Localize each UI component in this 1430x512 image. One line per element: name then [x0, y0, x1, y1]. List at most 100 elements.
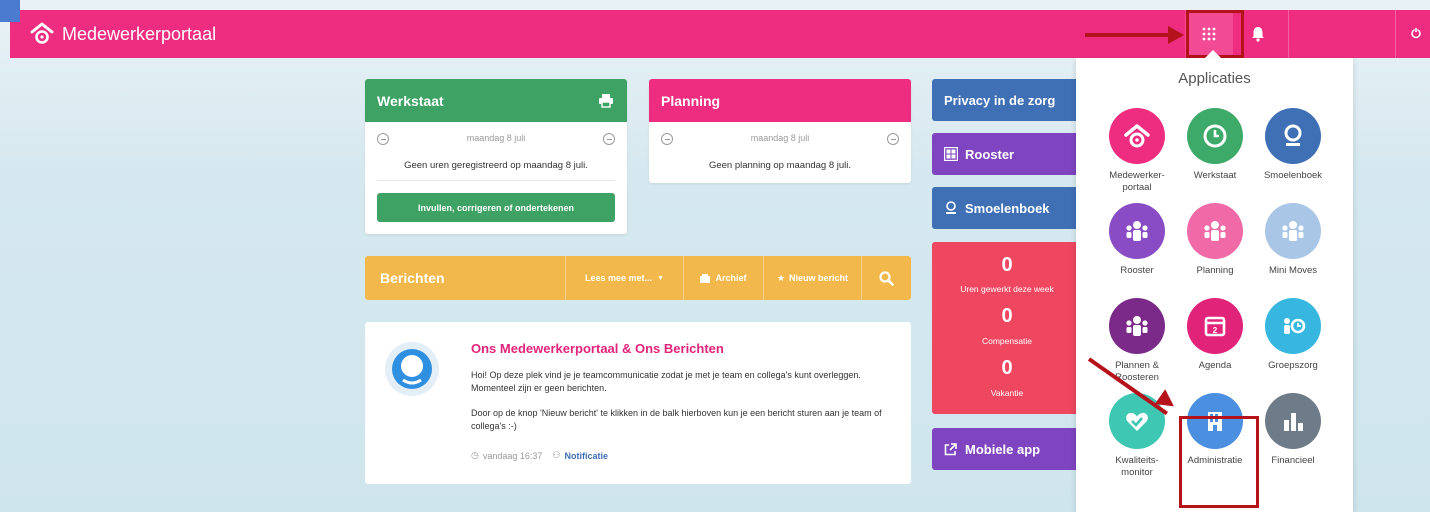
planning-message: Geen planning op maandag 8 juli.: [708, 160, 852, 171]
planning-header: Planning: [649, 79, 911, 122]
nieuw-bericht-button[interactable]: ★ Nieuw bericht: [763, 256, 861, 300]
archive-icon: [700, 273, 711, 283]
person-icon: [1284, 124, 1302, 146]
lees-mee-label: Lees mee met...: [585, 273, 653, 283]
post-paragraph-2: Door op de knop 'Nieuw bericht' te klikk…: [471, 408, 882, 431]
team-icon: [1204, 221, 1226, 241]
archief-button[interactable]: Archief: [683, 256, 763, 300]
werkstaat-date-nav: maandag 8 juli: [377, 133, 615, 147]
stats-tile: 0 Uren gewerkt deze week 0 Compensatie 0…: [932, 242, 1082, 414]
post-paragraph-1: Hoi! Op deze plek vind je je teamcommuni…: [471, 370, 861, 393]
app-circle: [1265, 203, 1321, 259]
werkstaat-header: Werkstaat: [365, 79, 627, 122]
post-tag[interactable]: Notificatie: [565, 451, 609, 461]
bar-chart-icon: [1284, 413, 1303, 431]
chevron-down-icon: ▼: [657, 274, 664, 282]
power-icon[interactable]: [1410, 27, 1422, 39]
uren-label: Uren gewerkt deze week: [960, 284, 1054, 294]
people-icon: ⚇: [552, 450, 561, 460]
star-icon: ★: [776, 272, 786, 283]
app-label: Mini Moves: [1268, 265, 1318, 276]
apps-title: Applicaties: [1178, 70, 1251, 87]
app-planning[interactable]: Planning: [1175, 203, 1255, 277]
home-icon: [1124, 124, 1150, 148]
annotation-arrow: [1085, 33, 1173, 37]
app-label: Planning: [1196, 265, 1234, 276]
app-circle: [1187, 203, 1243, 259]
app-werkstaat[interactable]: Werkstaat: [1175, 108, 1255, 182]
werkstaat-title: Werkstaat: [377, 92, 444, 109]
clock-icon: ◷: [471, 450, 479, 460]
heart-icon: [1126, 412, 1148, 431]
brand-title[interactable]: Medewerkerportaal: [62, 24, 216, 45]
divider: [377, 180, 615, 181]
planning-date-nav: maandag 8 juli: [661, 133, 899, 147]
planning-date: maandag 8 juli: [750, 133, 810, 143]
rooster-label: Rooster: [965, 146, 1015, 162]
app-label: Kwaliteits- monitor: [1115, 455, 1159, 478]
werkstaat-message: Geen uren geregistreerd op maandag 8 jul…: [404, 160, 588, 171]
team-icon: [1126, 221, 1148, 241]
app-circle: [1265, 108, 1321, 164]
app-circle: [1109, 298, 1165, 354]
annotation-arrowhead: [1168, 26, 1184, 44]
group-icon: [1284, 318, 1306, 334]
search-button[interactable]: [861, 256, 911, 300]
app-label: Smoelenboek: [1263, 170, 1323, 181]
smoelenboek-tile[interactable]: Smoelenboek: [932, 187, 1082, 229]
app-label: Groepszorg: [1268, 360, 1318, 371]
topbar-divider: [1395, 10, 1396, 58]
avatar-icon: [392, 349, 432, 389]
print-icon[interactable]: [598, 93, 614, 108]
smoelenboek-label: Smoelenboek: [965, 200, 1050, 216]
werkstaat-card: Werkstaat maandag 8 juli Geen uren gereg…: [365, 79, 627, 234]
clock-icon: [1203, 124, 1227, 148]
archief-label: Archief: [715, 273, 747, 283]
topbar-divider: [1288, 10, 1289, 58]
app-smoelenboek[interactable]: Smoelenboek: [1253, 108, 1333, 182]
app-rooster[interactable]: Rooster: [1097, 203, 1177, 277]
app-circle: [1265, 298, 1321, 354]
post-card: Ons Medewerkerportaal & Ons Berichten Ho…: [365, 322, 911, 484]
app-circle: [1265, 393, 1321, 449]
app-label: Financieel: [1271, 455, 1315, 466]
rooster-tile[interactable]: Rooster: [932, 133, 1082, 175]
apps-panel-caret: [1205, 50, 1221, 58]
app-financieel[interactable]: Financieel: [1253, 393, 1333, 467]
berichten-title: Berichten: [380, 270, 445, 286]
calendar-icon: 2: [1204, 316, 1226, 337]
administratie-highlight: [1179, 416, 1259, 508]
home-logo-icon[interactable]: [30, 21, 54, 45]
person-icon: [946, 201, 956, 214]
privacy-tile[interactable]: Privacy in de zorg: [932, 79, 1082, 121]
app-mini-moves[interactable]: Mini Moves: [1253, 203, 1333, 277]
vakantie-value: 0: [1001, 357, 1013, 379]
app-groepszorg[interactable]: Groepszorg: [1253, 298, 1333, 372]
invullen-button[interactable]: Invullen, corrigeren of ondertekenen: [377, 193, 615, 222]
post-time: vandaag 16:37: [482, 450, 543, 461]
app-circle: [1109, 108, 1165, 164]
lees-mee-dropdown[interactable]: Lees mee met... ▼: [565, 256, 683, 300]
planning-card: Planning maandag 8 juli Geen planning op…: [649, 79, 911, 183]
vakantie-label: Vakantie: [990, 388, 1024, 398]
app-label: Agenda: [1198, 360, 1232, 371]
nieuw-bericht-label: Nieuw bericht: [789, 273, 849, 283]
app-label: Rooster: [1120, 265, 1154, 276]
calendar-grid-icon: [944, 147, 958, 161]
app-medewerkerportaal[interactable]: Medewerker- portaal: [1097, 108, 1177, 194]
mobiele-app-label: Mobiele app: [965, 441, 1041, 457]
post-meta: ◷ vandaag 16:37 ⚇ Notificatie: [471, 450, 608, 461]
werkstaat-date: maandag 8 juli: [466, 133, 526, 143]
compensatie-value: 0: [1001, 305, 1013, 327]
next-day-icon[interactable]: [603, 133, 615, 145]
app-agenda[interactable]: 2 Agenda: [1175, 298, 1255, 372]
mobiele-app-tile[interactable]: Mobiele app: [932, 428, 1082, 470]
team-icon: [1126, 316, 1148, 336]
bell-icon[interactable]: [1248, 24, 1268, 44]
next-day-icon[interactable]: [887, 133, 899, 145]
compensatie-label: Compensatie: [981, 336, 1033, 346]
app-circle: 2: [1187, 298, 1243, 354]
search-icon: [879, 270, 894, 286]
avatar: [385, 342, 439, 396]
svg-text:2: 2: [1213, 326, 1218, 335]
